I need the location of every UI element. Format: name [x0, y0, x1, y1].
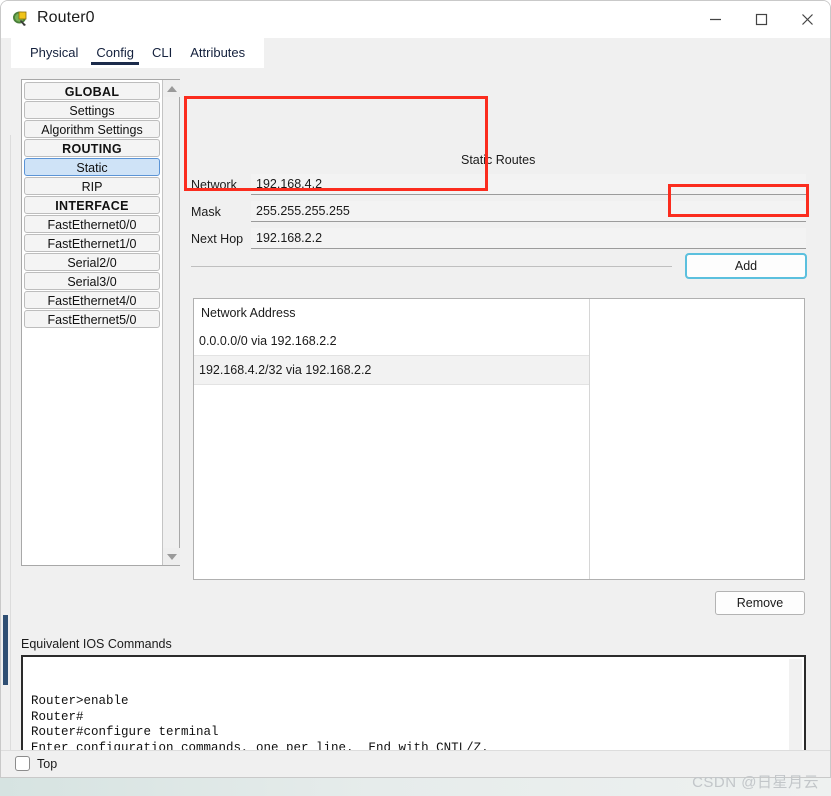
next-hop-input[interactable]	[251, 228, 806, 249]
list-item[interactable]: 0.0.0.0/0 via 192.168.2.2	[194, 327, 589, 356]
label-network: Network	[191, 177, 237, 192]
label-next-hop: Next Hop	[191, 231, 244, 246]
window-controls	[692, 1, 830, 38]
form-row-mask: Mask	[191, 198, 806, 225]
tab-cli[interactable]: CLI	[143, 38, 181, 68]
static-route-form: Network Mask Next Hop	[191, 171, 806, 252]
minimize-button[interactable]	[692, 1, 738, 38]
tree-item-fastethernet5-0[interactable]: FastEthernet5/0	[24, 310, 160, 328]
close-icon	[801, 14, 813, 25]
minimize-icon	[709, 18, 721, 21]
add-button[interactable]: Add	[685, 253, 807, 279]
maximize-icon	[755, 13, 767, 26]
label-equivalent-ios-commands: Equivalent IOS Commands	[21, 637, 172, 651]
tab-strip: Physical Config CLI Attributes	[11, 38, 265, 68]
watermark: CSDN @日星月云	[692, 774, 819, 791]
tree-item-algorithm-settings[interactable]: Algorithm Settings	[24, 120, 160, 138]
remove-button[interactable]: Remove	[715, 591, 805, 615]
mask-input[interactable]	[251, 201, 806, 222]
scroll-up-button[interactable]	[163, 80, 180, 97]
tree-item-settings[interactable]: Settings	[24, 101, 160, 119]
chevron-up-icon	[166, 85, 177, 92]
network-input[interactable]	[251, 174, 806, 195]
title-bar: Router0	[1, 1, 830, 39]
section-title-static-routes: Static Routes	[461, 153, 536, 167]
tree-group-global: GLOBAL	[24, 82, 160, 100]
tree-item-serial3-0[interactable]: Serial3/0	[24, 272, 160, 290]
left-scroll-strip[interactable]	[1, 135, 11, 777]
top-checkbox-wrap[interactable]: Top	[15, 756, 57, 771]
chevron-down-icon	[166, 553, 177, 560]
tree-group-interface: INTERFACE	[24, 196, 160, 214]
tab-physical[interactable]: Physical	[21, 38, 87, 68]
tree-item-serial2-0[interactable]: Serial2/0	[24, 253, 160, 271]
tree-group-routing: ROUTING	[24, 139, 160, 157]
config-tree-list: GLOBAL Settings Algorithm Settings ROUTI…	[22, 80, 162, 329]
config-tree: GLOBAL Settings Algorithm Settings ROUTI…	[21, 79, 180, 566]
tree-item-fastethernet4-0[interactable]: FastEthernet4/0	[24, 291, 160, 309]
router-config-window: Router0 Physical Config CLI Attributes G…	[0, 0, 831, 778]
maximize-button[interactable]	[738, 1, 784, 38]
tab-attributes[interactable]: Attributes	[181, 38, 254, 68]
left-scroll-thumb[interactable]	[3, 615, 8, 685]
tree-item-fastethernet0-0[interactable]: FastEthernet0/0	[24, 215, 160, 233]
route-list-column: Network Address 0.0.0.0/0 via 192.168.2.…	[194, 299, 590, 579]
window-title: Router0	[37, 9, 95, 26]
tree-item-static[interactable]: Static	[24, 158, 160, 176]
divider	[191, 265, 672, 267]
router-icon	[13, 11, 27, 26]
label-mask: Mask	[191, 204, 221, 219]
form-row-network: Network	[191, 171, 806, 198]
screen: Router0 Physical Config CLI Attributes G…	[0, 0, 831, 796]
tree-scrollbar[interactable]	[162, 80, 180, 565]
config-panel: GLOBAL Settings Algorithm Settings ROUTI…	[1, 68, 830, 777]
list-item[interactable]: 192.168.4.2/32 via 192.168.2.2	[194, 356, 589, 385]
top-checkbox-label: Top	[37, 756, 58, 771]
close-button[interactable]	[784, 1, 830, 38]
add-route-row: Add	[191, 253, 807, 279]
tree-item-rip[interactable]: RIP	[24, 177, 160, 195]
top-checkbox[interactable]	[15, 756, 30, 771]
scroll-down-button[interactable]	[163, 548, 180, 565]
tree-item-fastethernet1-0[interactable]: FastEthernet1/0	[24, 234, 160, 252]
form-row-next-hop: Next Hop	[191, 225, 806, 252]
route-list[interactable]: Network Address 0.0.0.0/0 via 192.168.2.…	[193, 298, 805, 580]
tab-config[interactable]: Config	[87, 38, 143, 68]
tab-bar: Physical Config CLI Attributes	[1, 38, 830, 68]
column-header-network-address: Network Address	[194, 299, 589, 327]
